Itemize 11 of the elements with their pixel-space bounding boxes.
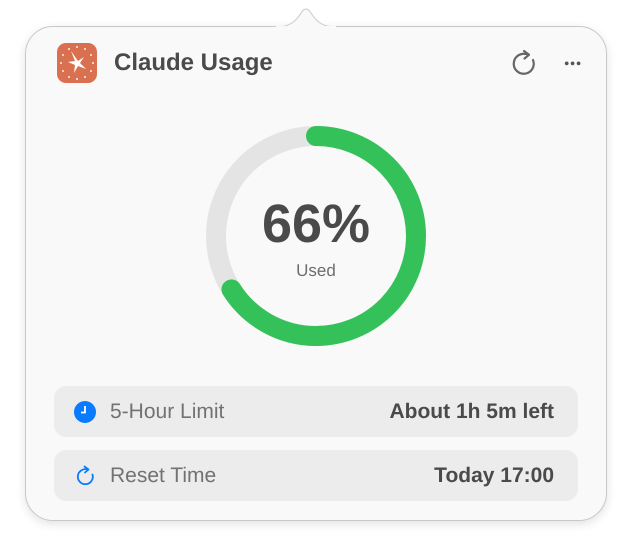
usage-percent: 66% [262,197,370,251]
clock-icon [74,400,96,422]
row-label: Reset Time [110,464,218,488]
row-label: 5-Hour Limit [110,400,226,424]
reset-icon [74,464,96,486]
window-title: Claude Usage [114,49,274,77]
row-value: Today 17:00 [434,464,554,488]
app-icon [57,43,97,83]
usage-caption: Used [296,261,336,281]
row-value: About 1h 5m left [389,400,554,424]
more-button[interactable]: ••• [564,55,582,71]
